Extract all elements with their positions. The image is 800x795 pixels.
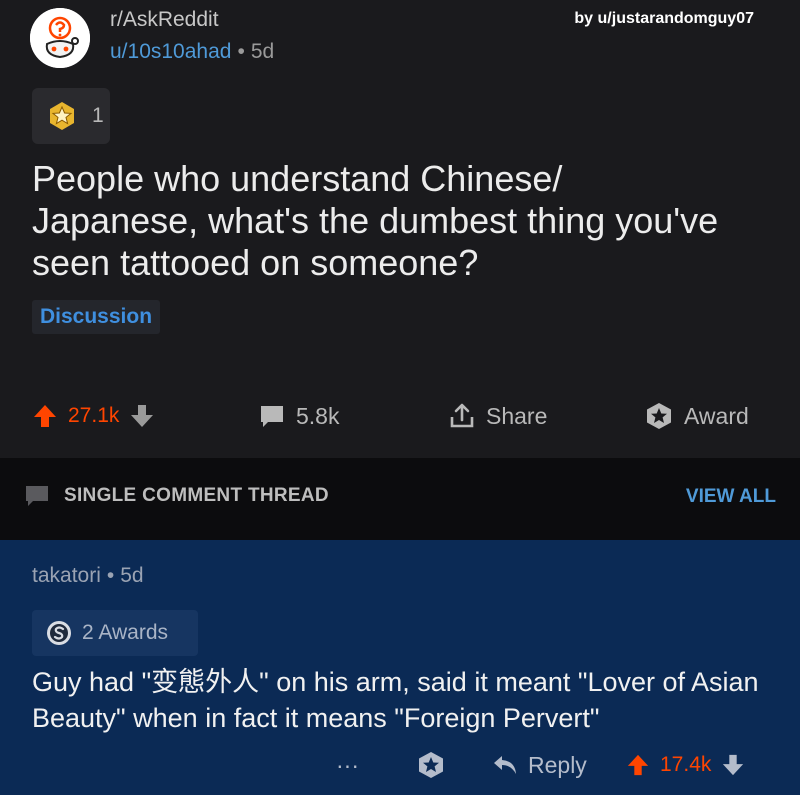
award-star-icon bbox=[50, 102, 74, 130]
comment-body: Guy had "变態外人" on his arm, said it meant… bbox=[32, 667, 759, 733]
subreddit-name[interactable]: r/AskReddit bbox=[110, 8, 219, 32]
downvote-icon[interactable] bbox=[129, 403, 155, 429]
meta-separator: • bbox=[237, 40, 245, 63]
more-icon: ··· bbox=[336, 751, 359, 778]
post-title[interactable]: People who understand Chinese/ Japanese,… bbox=[32, 158, 722, 284]
reply-label: Reply bbox=[528, 751, 587, 778]
comment-icon bbox=[261, 406, 283, 427]
share-button[interactable]: Share bbox=[448, 393, 547, 439]
post-score: 27.1k bbox=[68, 404, 120, 427]
reply-icon bbox=[494, 756, 516, 774]
comment-card: takatori • 5d 2 Awards Guy had "变態外人" on h… bbox=[0, 540, 800, 795]
subreddit-avatar-icon[interactable] bbox=[30, 8, 90, 68]
more-options-button[interactable]: ··· bbox=[336, 742, 359, 788]
comment-author[interactable]: takatori bbox=[32, 564, 101, 587]
thread-label-group: SINGLE COMMENT THREAD bbox=[24, 484, 329, 508]
comment-count: 5.8k bbox=[296, 402, 340, 429]
upvote-icon[interactable] bbox=[32, 403, 58, 429]
post-award-count: 1 bbox=[92, 104, 104, 127]
comment-awards-chip[interactable]: 2 Awards bbox=[32, 610, 198, 656]
comments-button[interactable]: 5.8k bbox=[258, 393, 339, 439]
comment-vote-group: 17.4k bbox=[626, 742, 745, 788]
share-label: Share bbox=[486, 402, 548, 429]
award-label: Award bbox=[684, 402, 749, 429]
upvote-icon[interactable] bbox=[626, 753, 650, 777]
post-award-chip[interactable]: 1 bbox=[32, 88, 110, 144]
award-icon bbox=[647, 403, 671, 429]
view-all-button[interactable]: VIEW ALL bbox=[686, 486, 776, 508]
post-card: r/AskReddit u/10s10ahad • 5d by u/justaran… bbox=[0, 0, 800, 458]
post-age: 5d bbox=[250, 40, 275, 63]
reply-button[interactable]: Reply bbox=[492, 742, 587, 788]
post-meta: u/10s10ahad • 5d bbox=[110, 40, 274, 64]
post-author-link[interactable]: u/10s10ahad bbox=[110, 40, 231, 63]
comment-meta: takatori • 5d bbox=[32, 564, 144, 588]
credit-watermark: by u/justarandomguy07 bbox=[574, 10, 754, 27]
comment-age: 5d bbox=[120, 564, 144, 587]
comment-award-button[interactable] bbox=[416, 742, 446, 788]
share-icon bbox=[450, 403, 474, 428]
thread-label: SINGLE COMMENT THREAD bbox=[64, 485, 329, 506]
comment-icon bbox=[26, 486, 48, 506]
award-button[interactable]: Award bbox=[644, 393, 749, 439]
comment-awards-count: 2 Awards bbox=[82, 621, 168, 644]
post-vote-group: 27.1k bbox=[32, 393, 155, 439]
downvote-icon[interactable] bbox=[721, 753, 745, 777]
comment-action-bar: ··· Reply 17.4k bbox=[0, 742, 800, 788]
comment-score: 17.4k bbox=[660, 753, 712, 776]
award-icon bbox=[419, 752, 443, 778]
post-flair[interactable]: Discussion bbox=[32, 300, 161, 334]
silver-award-icon bbox=[47, 621, 71, 645]
comment-meta-separator: • bbox=[106, 564, 115, 587]
post-action-bar: 27.1k 5.8k Share Award bbox=[0, 393, 800, 439]
single-thread-bar: SINGLE COMMENT THREAD VIEW ALL bbox=[0, 458, 800, 540]
